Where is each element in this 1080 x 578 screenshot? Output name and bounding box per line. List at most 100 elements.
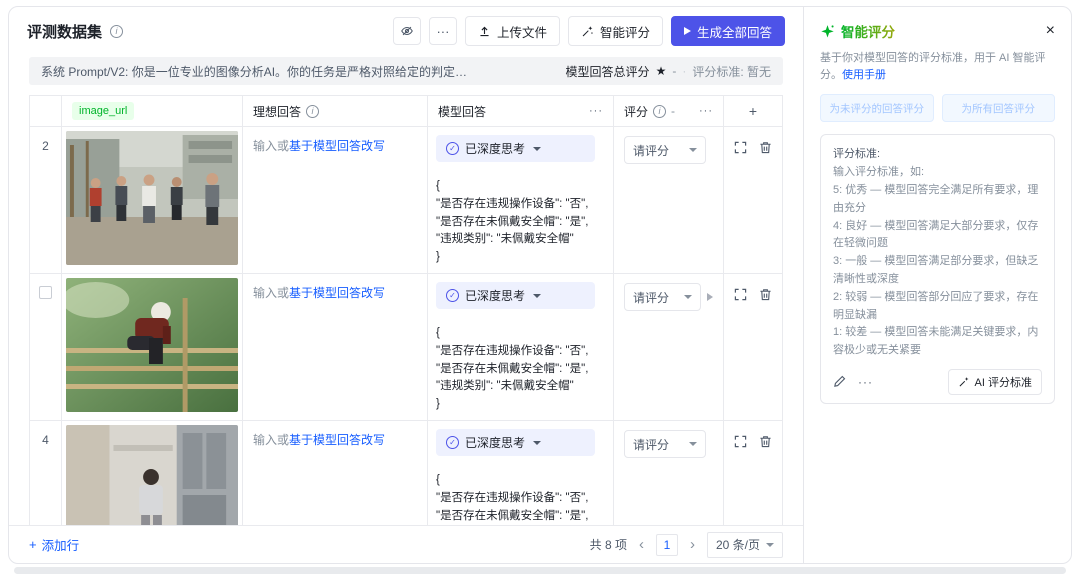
row-index-cell: 4 (30, 421, 62, 525)
deep-think-badge[interactable]: ✓ 已深度思考 (436, 135, 595, 162)
system-prompt-text: 系统 Prompt/V2: 你是一位专业的图像分析AI。你的任务是严格对照给定的… (41, 63, 471, 80)
score-placeholder: 请评分 (633, 436, 669, 453)
delete-row-button[interactable] (759, 141, 772, 155)
row-index-cell: 2 (30, 127, 62, 273)
score-cell: 请评分 (614, 127, 724, 273)
score-select[interactable]: 请评分 (624, 283, 701, 311)
trash-icon (759, 435, 772, 448)
chevron-down-icon (533, 147, 541, 151)
rewrite-from-model-link[interactable]: 基于模型回答改写 (289, 139, 385, 153)
row-checkbox[interactable] (39, 286, 52, 299)
horizontal-scrollbar[interactable] (14, 567, 1066, 574)
plus-icon: + (29, 537, 37, 552)
manual-link[interactable]: 使用手册 (842, 69, 886, 81)
ideal-answer-column-header: 理想回答 i (243, 96, 428, 126)
row-number: 2 (42, 139, 49, 273)
page: 评测数据集 i ··· 上传文件 智能评分 (0, 0, 1080, 578)
table-row: 4 (30, 421, 782, 525)
delete-row-button[interactable] (759, 435, 772, 449)
score-select[interactable]: 请评分 (624, 136, 706, 164)
close-panel-button[interactable]: × (1046, 23, 1055, 39)
table-row: 输入或基于模型回答改写 ✓ 已深度思考 { "是否存在违规操作设备": "否",… (30, 274, 782, 421)
model-answer-json[interactable]: { "是否存在违规操作设备": "否", "是否存在未佩戴安全帽": "是", … (436, 325, 605, 414)
system-prompt-bar[interactable]: 系统 Prompt/V2: 你是一位专业的图像分析AI。你的任务是严格对照给定的… (29, 57, 783, 85)
rewrite-from-model-link[interactable]: 基于模型回答改写 (289, 433, 385, 447)
score-info-icon[interactable]: i (653, 105, 666, 118)
image-cell[interactable] (62, 421, 243, 525)
criteria-placeholder: 输入评分标准，如: 5: 优秀 — 模型回答完全满足所有要求，理由充分 4: 良… (833, 164, 1042, 360)
page-size-label: 20 条/页 (716, 536, 760, 553)
construction-site-workers-photo[interactable] (66, 131, 238, 265)
ideal-answer-cell[interactable]: 输入或基于模型回答改写 (243, 274, 428, 420)
generate-all-button[interactable]: 生成全部回答 (671, 16, 785, 46)
ideal-answer-label: 理想回答 (253, 103, 301, 120)
total-score-label: 模型回答总评分 (566, 63, 650, 80)
total-score-value: - (672, 64, 676, 78)
expand-row-button[interactable] (734, 141, 747, 155)
criteria-more-button[interactable]: ··· (858, 375, 873, 389)
criteria-textarea[interactable]: 评分标准: 输入评分标准，如: 5: 优秀 — 模型回答完全满足所有要求，理由充… (820, 134, 1055, 404)
image-cell[interactable] (62, 127, 243, 273)
deep-think-badge[interactable]: ✓ 已深度思考 (436, 282, 595, 309)
smart-score-toolbar-label: 智能评分 (600, 22, 650, 41)
rewrite-from-model-link[interactable]: 基于模型回答改写 (289, 286, 385, 300)
panel-header: 智能评分 × (820, 21, 1055, 41)
next-page-button[interactable]: › (688, 536, 697, 553)
row-actions-cell (724, 127, 782, 273)
delete-row-button[interactable] (759, 288, 772, 302)
page-size-select[interactable]: 20 条/页 (707, 532, 783, 558)
smart-score-toolbar-button[interactable]: 智能评分 (568, 16, 663, 46)
upload-file-button[interactable]: 上传文件 (465, 16, 560, 46)
check-circle-icon: ✓ (446, 142, 459, 155)
score-all-button[interactable]: 为所有回答评分 (942, 94, 1056, 122)
expand-row-button[interactable] (734, 288, 747, 302)
image-cell[interactable] (62, 274, 243, 420)
ideal-answer-cell[interactable]: 输入或基于模型回答改写 (243, 127, 428, 273)
expand-row-button[interactable] (734, 435, 747, 449)
add-row-button[interactable]: + 添加行 (29, 535, 79, 554)
add-column-button[interactable]: + (724, 96, 782, 126)
deep-think-badge[interactable]: ✓ 已深度思考 (436, 429, 595, 456)
hide-columns-button[interactable] (393, 17, 421, 45)
score-select[interactable]: 请评分 (624, 430, 706, 458)
trash-icon (759, 141, 772, 154)
model-answer-cell[interactable]: ✓ 已深度思考 { "是否存在违规操作设备": "否", "是否存在未佩戴安全帽… (428, 127, 614, 273)
scaffold-worker-photo[interactable] (66, 278, 238, 412)
control-room-worker-photo[interactable] (66, 425, 238, 525)
model-answer-json[interactable]: { "是否存在违规操作设备": "否", "是否存在未佩戴安全帽": "是", … (436, 472, 605, 525)
run-score-button[interactable] (707, 293, 713, 301)
expand-icon (734, 141, 747, 154)
score-header-value: - (671, 104, 675, 118)
ideal-info-icon[interactable]: i (306, 105, 319, 118)
chevron-down-icon (684, 295, 692, 299)
criteria-title: 评分标准: (833, 145, 1042, 161)
eye-off-icon (400, 24, 414, 38)
model-answer-label: 模型回答 (438, 103, 486, 120)
chevron-down-icon (533, 294, 541, 298)
criteria-status-text: 评分标准: 暂无 (692, 63, 771, 80)
image-url-column-header: image_url (62, 96, 243, 126)
magic-wand-icon (581, 25, 594, 38)
chevron-down-icon (766, 543, 774, 547)
more-icon: ··· (436, 24, 449, 39)
chevron-down-icon (689, 148, 697, 152)
model-answer-cell[interactable]: ✓ 已深度思考 { "是否存在违规操作设备": "否", "是否存在未佩戴安全帽… (428, 421, 614, 525)
current-page-button[interactable]: 1 (656, 534, 678, 556)
upload-icon (478, 25, 491, 38)
check-circle-icon: ✓ (446, 436, 459, 449)
select-column-header (30, 96, 62, 126)
ideal-answer-cell[interactable]: 输入或基于模型回答改写 (243, 421, 428, 525)
prev-page-button[interactable]: ‹ (637, 536, 646, 553)
model-answer-json[interactable]: { "是否存在违规操作设备": "否", "是否存在未佩戴安全帽": "是", … (436, 178, 605, 267)
more-actions-button[interactable]: ··· (429, 17, 457, 45)
edit-criteria-button[interactable] (833, 375, 846, 389)
expand-icon (734, 288, 747, 301)
score-unscored-button[interactable]: 为未评分的回答评分 (820, 94, 934, 122)
score-column-menu-icon[interactable]: ··· (699, 105, 713, 117)
panel-description: 基于你对模型回答的评分标准，用于 AI 智能评分。使用手册 (820, 50, 1055, 84)
table-row: 2 (30, 127, 782, 274)
title-info-icon[interactable]: i (110, 25, 123, 38)
model-column-menu-icon[interactable]: ··· (589, 105, 603, 117)
model-answer-cell[interactable]: ✓ 已深度思考 { "是否存在违规操作设备": "否", "是否存在未佩戴安全帽… (428, 274, 614, 420)
ai-criteria-button[interactable]: AI 评分标准 (948, 369, 1042, 395)
